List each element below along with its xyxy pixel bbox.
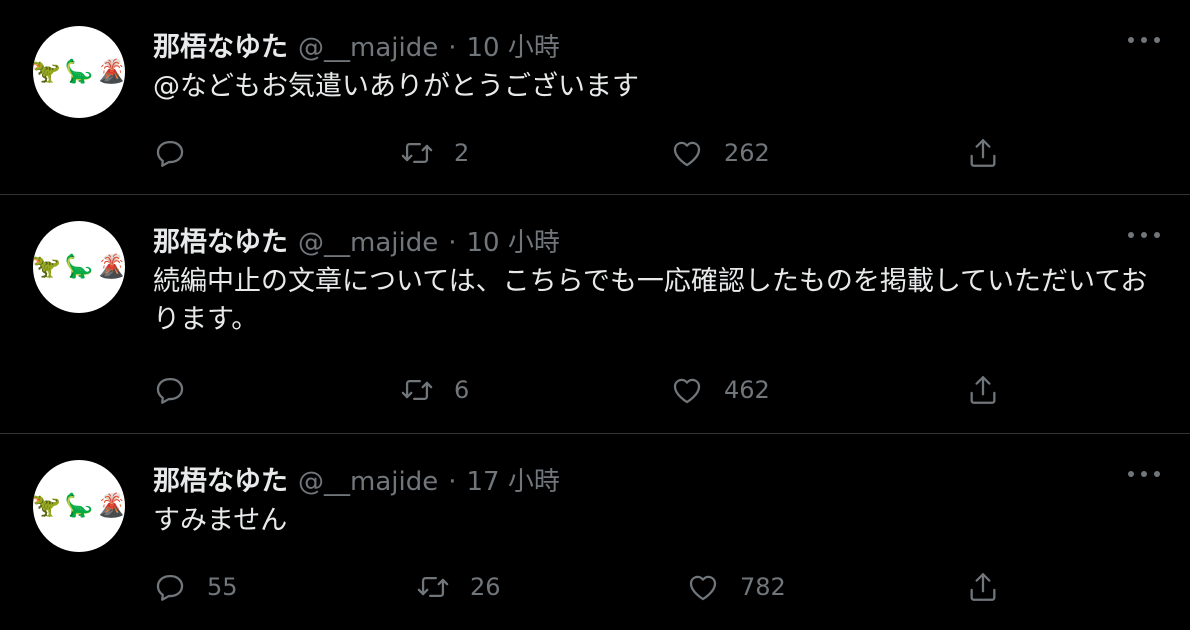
reply-button[interactable]: 55 <box>153 567 238 607</box>
share-button[interactable] <box>966 133 1000 173</box>
retweet-button[interactable]: 26 <box>416 567 501 607</box>
retweet-count: 26 <box>470 573 501 601</box>
dinosaur-emoji: 🦖 <box>32 253 61 280</box>
author-name[interactable]: 那梧なゆた <box>153 459 288 498</box>
retweet-count: 2 <box>454 139 470 167</box>
tweet-text: @などもお気遣いありがとうございます <box>153 71 639 102</box>
tweet[interactable]: 🦖 🦕 🌋 那梧なゆた @__majide · 10 小時 @などもお気遣いあり… <box>0 0 1190 194</box>
heart-icon <box>689 575 717 601</box>
reply-button[interactable] <box>153 370 207 410</box>
timestamp[interactable]: 10 小時 <box>466 222 559 259</box>
tweet-actions: 55 26 782 <box>0 567 1190 607</box>
share-icon <box>970 376 996 404</box>
avatar[interactable]: 🦖 🦕 🌋 <box>32 221 126 313</box>
heart-icon <box>673 378 701 404</box>
separator: · <box>448 467 457 497</box>
reply-icon <box>156 574 184 601</box>
like-count: 462 <box>724 376 770 404</box>
dinosaur-emoji: 🦖 <box>32 492 61 519</box>
tweet-actions: 2 262 <box>0 133 1190 173</box>
like-count: 262 <box>724 139 770 167</box>
avatar[interactable]: 🦖 🦕 🌋 <box>32 26 126 118</box>
author-name[interactable]: 那梧なゆた <box>153 220 288 259</box>
avatar[interactable]: 🦖 🦕 🌋 <box>32 460 126 552</box>
tweet[interactable]: 🦖 🦕 🌋 那梧なゆた @__majide · 10 小時 続編中止の文章につい… <box>0 195 1190 433</box>
dinosaur-emoji: 🦖 <box>32 58 61 85</box>
volcano-emoji: 🌋 <box>97 58 126 85</box>
share-icon <box>970 139 996 167</box>
volcano-emoji: 🌋 <box>97 492 126 519</box>
author-handle[interactable]: @__majide <box>298 228 438 258</box>
sauropod-emoji: 🦕 <box>64 492 94 519</box>
like-button[interactable]: 462 <box>670 370 770 410</box>
tweet-text: すみません <box>153 505 288 536</box>
like-button[interactable]: 782 <box>686 567 786 607</box>
retweet-button[interactable]: 2 <box>400 133 469 173</box>
like-count: 782 <box>740 573 786 601</box>
reply-icon <box>156 377 184 404</box>
sauropod-emoji: 🦕 <box>64 58 94 85</box>
more-icon[interactable] <box>1128 30 1160 50</box>
author-handle[interactable]: @__majide <box>298 467 438 497</box>
share-button[interactable] <box>966 370 1000 410</box>
timestamp[interactable]: 17 小時 <box>466 461 559 498</box>
separator: · <box>448 33 457 63</box>
volcano-emoji: 🌋 <box>97 253 126 280</box>
retweet-button[interactable]: 6 <box>400 370 469 410</box>
retweet-icon <box>401 379 433 401</box>
share-icon <box>970 573 996 601</box>
sauropod-emoji: 🦕 <box>64 253 94 280</box>
reply-button[interactable] <box>153 133 207 173</box>
tweet-header: 那梧なゆた @__majide · 17 小時 <box>153 459 560 498</box>
tweet-header: 那梧なゆた @__majide · 10 小時 <box>153 25 560 64</box>
more-icon[interactable] <box>1128 225 1160 245</box>
retweet-icon <box>401 142 433 164</box>
author-name[interactable]: 那梧なゆた <box>153 25 288 64</box>
tweet-actions: 6 462 <box>0 370 1190 410</box>
more-icon[interactable] <box>1128 464 1160 484</box>
tweet-header: 那梧なゆた @__majide · 10 小時 <box>153 220 560 259</box>
retweet-count: 6 <box>454 376 470 404</box>
separator: · <box>448 228 457 258</box>
reply-count: 55 <box>207 573 238 601</box>
timestamp[interactable]: 10 小時 <box>466 27 559 64</box>
reply-icon <box>156 140 184 167</box>
heart-icon <box>673 141 701 167</box>
tweet[interactable]: 🦖 🦕 🌋 那梧なゆた @__majide · 17 小時 すみません 55 2… <box>0 434 1190 630</box>
share-button[interactable] <box>966 567 1000 607</box>
retweet-icon <box>417 576 449 598</box>
like-button[interactable]: 262 <box>670 133 770 173</box>
author-handle[interactable]: @__majide <box>298 33 438 63</box>
tweet-text: 続編中止の文章については、こちらでも一応確認したものを掲載していただいております… <box>153 266 1148 335</box>
